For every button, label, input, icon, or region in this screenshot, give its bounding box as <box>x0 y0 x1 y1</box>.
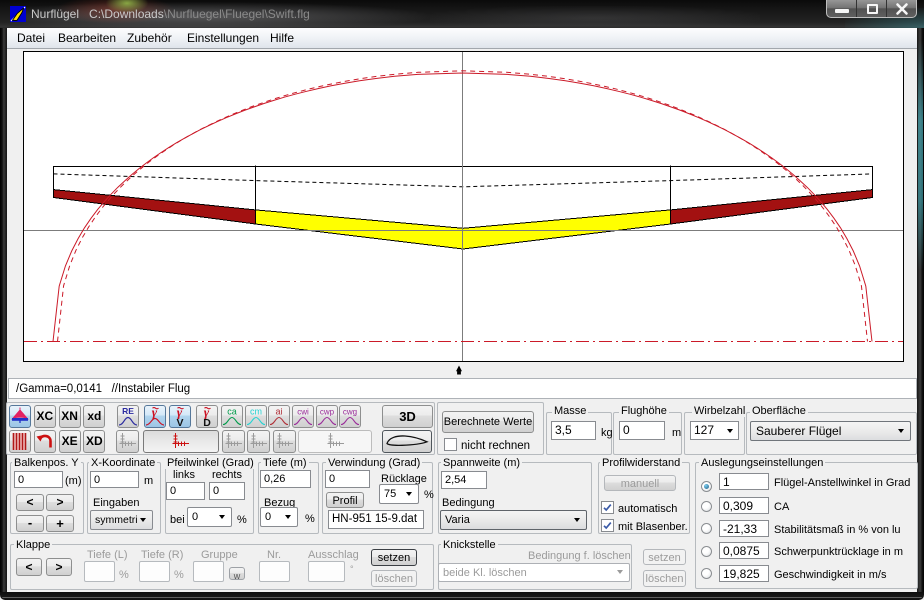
svg-text:ai: ai <box>275 407 282 417</box>
svg-text:cm: cm <box>250 407 262 417</box>
svg-text:RE: RE <box>122 406 134 416</box>
svg-text:D: D <box>203 417 211 427</box>
svg-text:ca: ca <box>227 407 237 417</box>
svg-text:V: V <box>177 417 184 427</box>
svg-text:cwg: cwg <box>343 408 357 417</box>
svg-text:cwi: cwi <box>297 408 309 417</box>
svg-text:cwp: cwp <box>319 408 334 417</box>
